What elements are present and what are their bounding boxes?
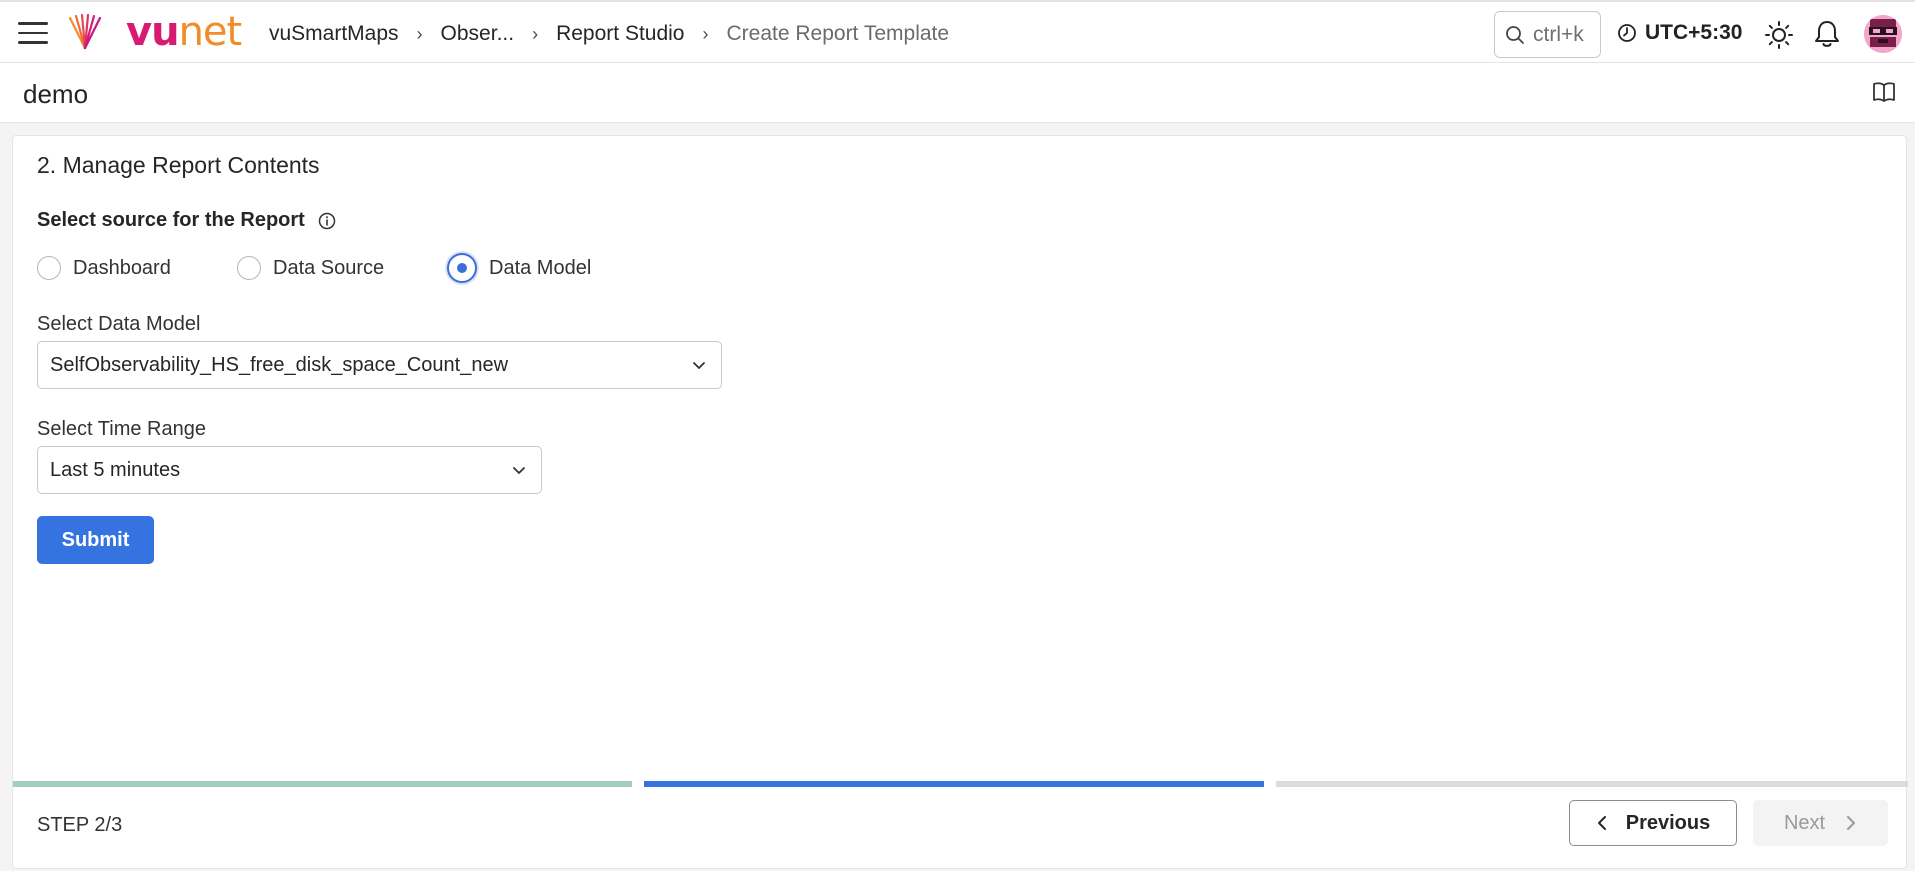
menu-icon[interactable] [18, 22, 48, 44]
section-title: 2. Manage Report Contents [37, 152, 320, 178]
radio-data-model-label: Data Model [489, 256, 592, 279]
breadcrumb-report-studio[interactable]: Report Studio [556, 22, 684, 46]
data-model-value: SelfObservability_HS_free_disk_space_Cou… [50, 353, 509, 376]
data-model-select[interactable]: SelfObservability_HS_free_disk_space_Cou… [37, 341, 722, 389]
breadcrumb: vuSmartMaps › Obser... › Report Studio ›… [269, 22, 949, 46]
user-avatar-icon [1864, 15, 1902, 53]
progress-step-1 [13, 781, 632, 787]
page-title: demo [23, 79, 89, 109]
data-model-label: Select Data Model [37, 313, 201, 335]
radio-data-source-label: Data Source [273, 256, 385, 279]
chevron-down-icon [513, 467, 525, 474]
submit-button[interactable]: Submit [37, 516, 154, 564]
vunet-logo-mark [68, 14, 102, 50]
progress-step-2 [644, 781, 1264, 787]
avatar[interactable] [1864, 15, 1902, 53]
title-bar: demo [0, 63, 1915, 123]
radio-data-model[interactable]: Data Model [447, 253, 591, 283]
radio-data-source[interactable]: Data Source [237, 256, 447, 280]
top-bar: vunet vuSmartMaps › Obser... › Report St… [0, 0, 1915, 63]
search-icon [1506, 25, 1524, 44]
radio-circle [37, 256, 61, 280]
next-button[interactable]: Next [1753, 800, 1888, 846]
clock-icon [1618, 24, 1636, 42]
chevron-right-icon: › [702, 24, 709, 44]
breadcrumb-current: Create Report Template [726, 22, 950, 45]
info-icon[interactable] [318, 212, 336, 230]
source-label: Select source for the Report [37, 209, 336, 232]
timezone-selector[interactable]: UTC+5:30 [1617, 21, 1742, 45]
radio-dashboard[interactable]: Dashboard [37, 256, 237, 280]
time-range-value: Last 5 minutes [50, 458, 181, 481]
chevron-right-icon [1847, 816, 1856, 830]
vunet-logo-text: vunet [126, 9, 242, 55]
breadcrumb-observability[interactable]: Obser... [441, 22, 515, 46]
time-range-select[interactable]: Last 5 minutes [37, 446, 542, 494]
step-indicator: STEP 2/3 [37, 814, 123, 836]
manage-report-card: 2. Manage Report Contents Select source … [12, 135, 1908, 869]
next-label: Next [1783, 811, 1826, 834]
sun-icon[interactable] [1764, 20, 1794, 50]
radio-circle [237, 256, 261, 280]
source-radio-group: Dashboard Data Source Data Model [37, 253, 591, 283]
bell-icon[interactable] [1813, 19, 1841, 49]
previous-button[interactable]: Previous [1569, 800, 1737, 846]
source-label-text: Select source for the Report [37, 209, 305, 231]
progress-step-3 [1276, 781, 1908, 787]
previous-label: Previous [1625, 811, 1711, 834]
time-range-label: Select Time Range [37, 418, 206, 440]
chevron-down-icon [693, 362, 705, 369]
chevron-right-icon: › [532, 24, 539, 44]
chevron-right-icon: › [416, 24, 423, 44]
search-placeholder: ctrl+k [1533, 22, 1584, 46]
chevron-left-icon [1597, 816, 1606, 830]
breadcrumb-vusmartmaps[interactable]: vuSmartMaps [269, 22, 399, 46]
timezone-label: UTC+5:30 [1645, 21, 1743, 44]
radio-circle-checked [447, 253, 477, 283]
book-icon[interactable] [1872, 81, 1896, 103]
radio-dashboard-label: Dashboard [73, 256, 171, 279]
search-input[interactable]: ctrl+k [1494, 11, 1601, 58]
